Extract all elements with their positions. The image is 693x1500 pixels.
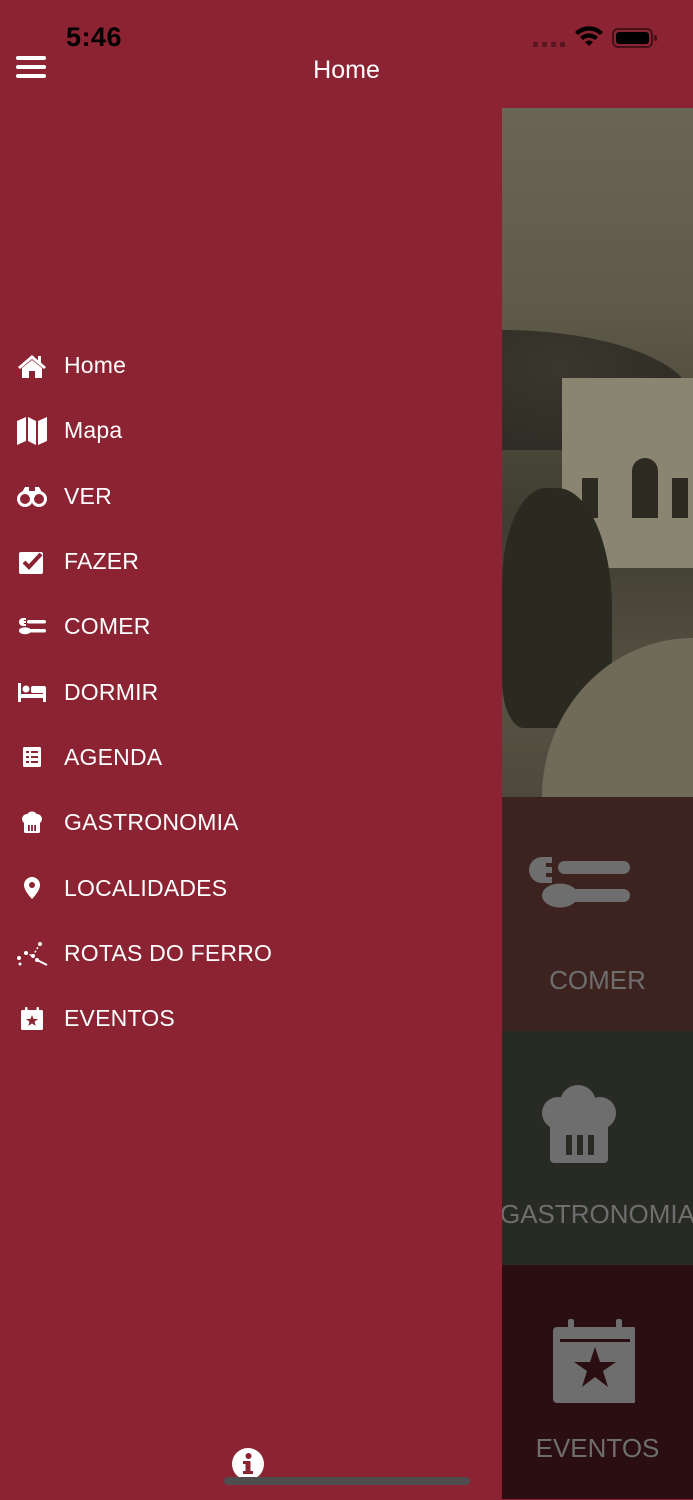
map-icon xyxy=(16,415,48,447)
drawer-item-label: GASTRONOMIA xyxy=(64,809,239,836)
cutlery-icon xyxy=(529,857,630,908)
status-time: 5:46 xyxy=(66,22,123,52)
tile-gastronomia[interactable]: GASTRONOMIA xyxy=(502,1031,693,1265)
list-icon xyxy=(16,741,48,773)
drawer-item-gastronomia[interactable]: GASTRONOMIA xyxy=(0,790,502,855)
drawer-item-mapa[interactable]: Mapa xyxy=(0,398,502,463)
drawer-item-label: VER xyxy=(64,482,112,509)
tile-comer[interactable]: COMER xyxy=(502,797,693,1031)
drawer-item-label: AGENDA xyxy=(64,743,163,770)
calendar-star-icon xyxy=(553,1319,635,1403)
drawer-item-eventos[interactable]: EVENTOS xyxy=(0,986,502,1051)
hero-image xyxy=(502,108,693,797)
navigation-drawer: Home Mapa VER FAZER COMER DORMIR AGENDA … xyxy=(0,108,502,1500)
drawer-item-label: ROTAS DO FERRO xyxy=(64,939,273,966)
drawer-item-label: LOCALIDADES xyxy=(64,874,228,901)
drawer-item-label: Home xyxy=(64,352,127,379)
checkbox-icon xyxy=(16,546,48,578)
chef-hat-icon xyxy=(542,1085,616,1163)
calendar-star-icon xyxy=(16,1003,48,1035)
drawer-item-label: EVENTOS xyxy=(64,1005,175,1032)
bed-icon xyxy=(16,676,48,708)
status-bar: 5:46 xyxy=(0,0,693,52)
tile-comer-label: COMER xyxy=(549,965,646,995)
drawer-item-label: DORMIR xyxy=(64,678,159,705)
drawer-item-dormir[interactable]: DORMIR xyxy=(0,659,502,724)
page-title: Home xyxy=(313,56,380,84)
signal-icon xyxy=(533,42,565,47)
home-content: COMER GASTRONOMIA EVENTOS xyxy=(502,108,693,1500)
home-icon xyxy=(16,350,48,382)
drawer-item-fazer[interactable]: FAZER xyxy=(0,529,502,594)
home-indicator[interactable] xyxy=(224,1477,470,1485)
drawer-item-ver[interactable]: VER xyxy=(0,464,502,529)
tile-gastronomia-label: GASTRONOMIA xyxy=(502,1199,693,1229)
drawer-item-label: COMER xyxy=(64,613,151,640)
tile-eventos-label: EVENTOS xyxy=(535,1433,660,1463)
drawer-menu: Home Mapa VER FAZER COMER DORMIR AGENDA … xyxy=(0,333,502,1051)
battery-icon xyxy=(612,28,657,48)
drawer-item-label: FAZER xyxy=(64,548,140,575)
chef-hat-icon xyxy=(16,807,48,839)
cutlery-icon xyxy=(16,611,48,643)
drawer-item-localidades[interactable]: LOCALIDADES xyxy=(0,855,502,920)
drawer-item-comer[interactable]: COMER xyxy=(0,594,502,659)
binoculars-icon xyxy=(16,480,48,512)
drawer-item-label: Mapa xyxy=(64,417,123,444)
info-icon[interactable] xyxy=(232,1448,264,1480)
drawer-item-agenda[interactable]: AGENDA xyxy=(0,725,502,790)
location-pin-icon xyxy=(16,872,48,904)
tile-eventos[interactable]: EVENTOS xyxy=(502,1265,693,1499)
route-icon xyxy=(16,937,48,969)
wifi-icon xyxy=(575,26,603,46)
app-header: Home xyxy=(0,50,693,108)
drawer-item-rotas-do-ferro[interactable]: ROTAS DO FERRO xyxy=(0,921,502,986)
drawer-item-home[interactable]: Home xyxy=(0,333,502,398)
